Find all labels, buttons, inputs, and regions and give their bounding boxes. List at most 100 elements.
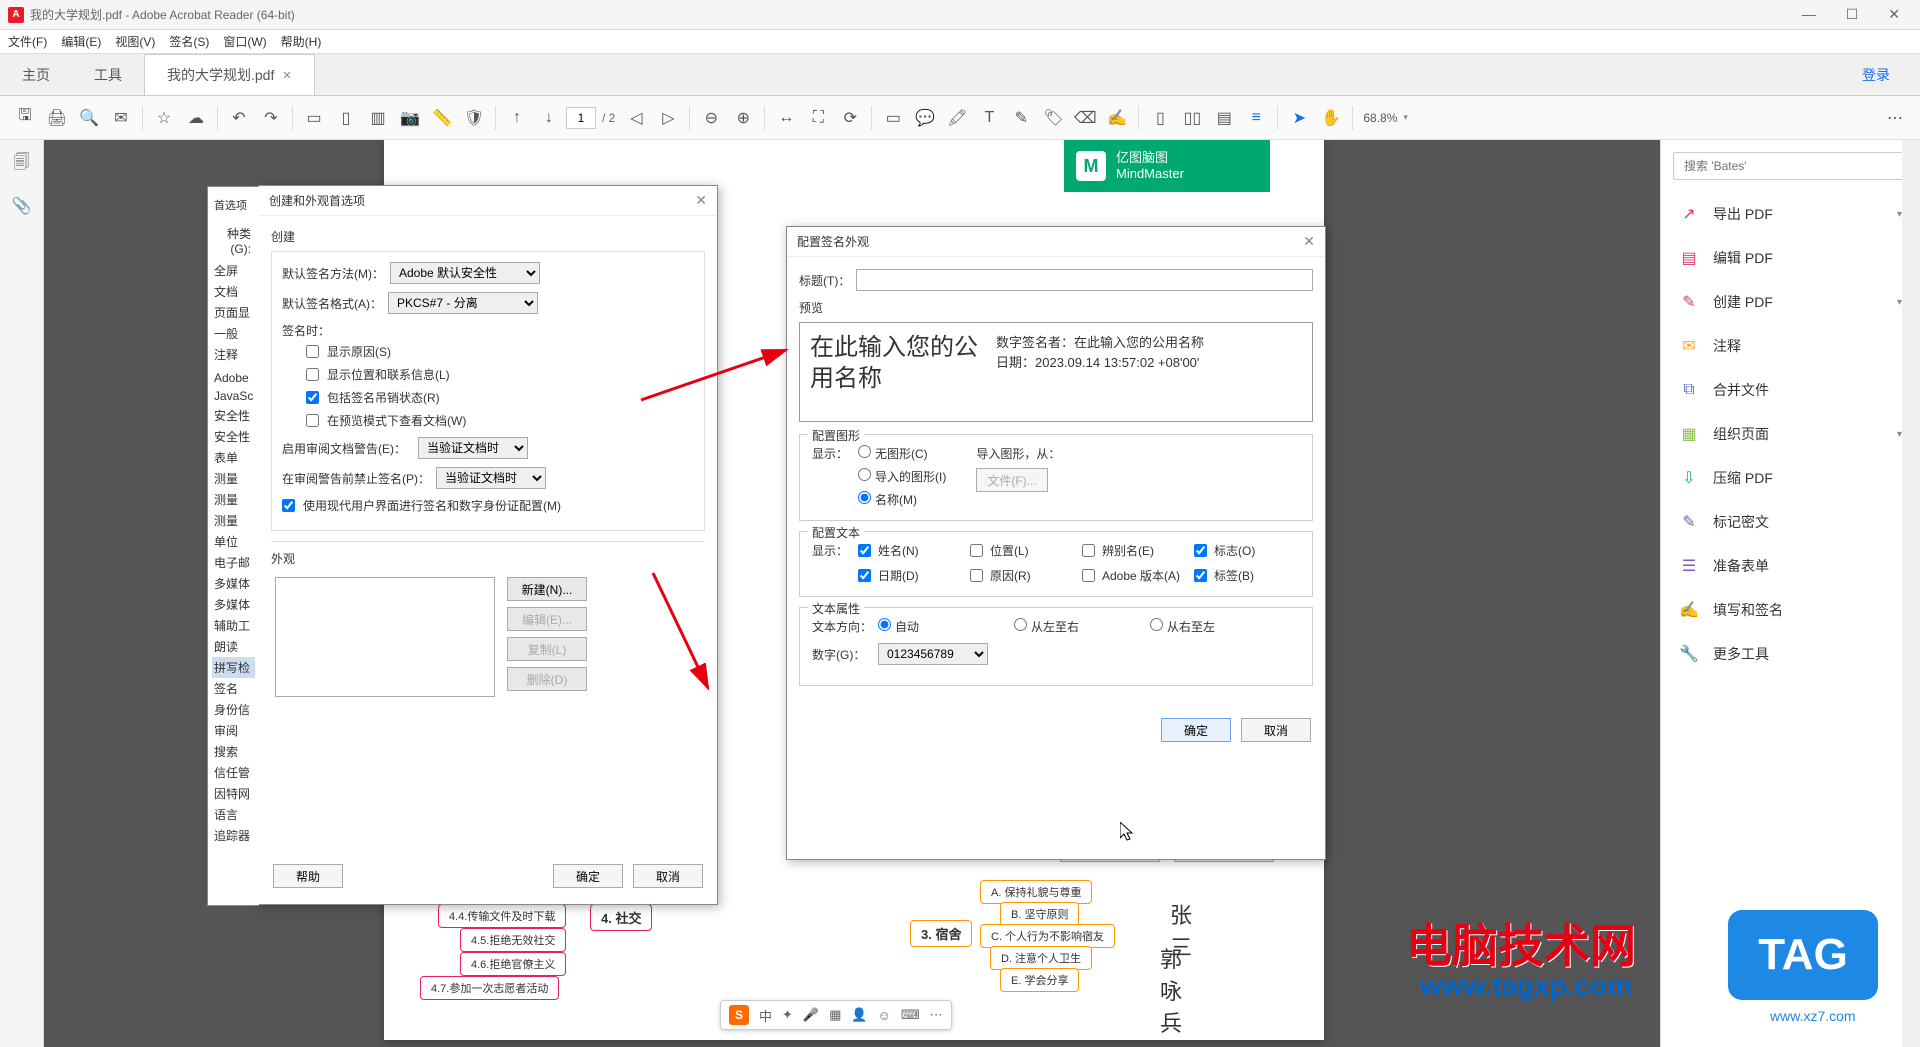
zoom-dropdown-icon[interactable]: ▾ [1403,112,1408,123]
page-thumb2-icon[interactable]: ▯ [331,103,361,133]
hand-icon[interactable]: ✋ [1316,103,1346,133]
prefs-category-item[interactable]: 多媒体 [212,594,255,615]
ruler-icon[interactable]: 📏 [427,103,457,133]
config-close-icon[interactable]: ✕ [1303,233,1315,250]
tool-item[interactable]: ⇩压缩 PDF [1661,456,1920,500]
title-field-input[interactable] [856,269,1313,291]
dir-ltr[interactable]: 从左至右 [1014,618,1114,635]
mindmaster-banner[interactable]: M 亿图脑图 MindMaster [1064,140,1270,192]
page-thumb-icon[interactable]: ▭ [299,103,329,133]
page-up-icon[interactable]: ↑ [502,103,532,133]
prefs-category-item[interactable]: 一般 [212,323,255,344]
method-select[interactable]: Adobe 默认安全性 [390,262,540,284]
tab-tools[interactable]: 工具 [72,55,144,95]
maximize-button[interactable]: ☐ [1840,4,1865,25]
prefs-cancel-button[interactable]: 取消 [633,864,703,888]
ime-item[interactable]: 🎤 [803,1007,819,1023]
prefs-category-item[interactable]: Adobe [212,369,255,387]
snapshot-icon[interactable]: 📷 [395,103,425,133]
prefs-category-item[interactable]: JavaSc [212,387,255,405]
edit-appearance-button[interactable]: 编辑(E)... [507,607,587,631]
cloud-icon[interactable]: ☁ [181,103,211,133]
help-button[interactable]: 帮助 [273,864,343,888]
tool-item[interactable]: ▤编辑 PDF [1661,236,1920,280]
prefs-category-item[interactable]: 安全性 [212,405,255,426]
ime-item[interactable]: ☺ [878,1008,891,1023]
menu-help[interactable]: 帮助(H) [281,33,322,50]
zoom-out-icon[interactable]: ⊖ [696,103,726,133]
radio-import-graphic[interactable]: 导入的图形(I) [858,468,946,485]
prevent-select[interactable]: 当验证文档时 [436,467,546,489]
tool-select-icon[interactable]: ▭ [878,103,908,133]
ime-item[interactable]: ✦ [782,1007,793,1023]
prefs-category-item[interactable]: 注释 [212,344,255,365]
tool-item[interactable]: ✍填写和签名 [1661,588,1920,632]
page-mode2-icon[interactable]: ▯▯ [1177,103,1207,133]
login-link[interactable]: 登录 [1862,65,1890,95]
tool-item[interactable]: ✉注释 [1661,324,1920,368]
prefs-ok-button[interactable]: 确定 [553,864,623,888]
tool-comment-icon[interactable]: 💬 [910,103,940,133]
tool-highlight-icon[interactable]: 🖍 [942,103,972,133]
cb-location[interactable] [306,368,319,381]
nav-left-icon[interactable]: ◁ [621,103,651,133]
copy-appearance-button[interactable]: 复制(L) [507,637,587,661]
cb-revoke[interactable] [306,391,319,404]
ime-item[interactable]: ⌨ [901,1007,920,1023]
page-cont-icon[interactable]: ▥ [363,103,393,133]
prefs-category-item[interactable]: 辅助工 [212,615,255,636]
cb-reason2[interactable]: 原因(R) [970,567,1076,584]
prefs-category-item[interactable]: 测量 [212,468,255,489]
tool-item[interactable]: ▦组织页面▾ [1661,412,1920,456]
fit-width-icon[interactable]: ↔ [771,103,801,133]
tool-erase-icon[interactable]: ⌫ [1070,103,1100,133]
prefs-category-item[interactable]: 信任管 [212,762,255,783]
menu-file[interactable]: 文件(F) [8,33,47,50]
nav-right-icon[interactable]: ▷ [653,103,683,133]
prefs-category-item[interactable]: 全屏 [212,260,255,281]
cb-reason[interactable] [306,345,319,358]
prefs-category-item[interactable]: 搜索 [212,741,255,762]
prefs-category-item[interactable]: 签名 [212,678,255,699]
redo-icon[interactable]: ↷ [256,103,286,133]
scrollbar[interactable] [1902,140,1920,1047]
search-input[interactable] [1673,152,1908,180]
more-icon[interactable]: ⋯ [1880,103,1910,133]
attachments-icon[interactable]: 📎 [10,194,34,218]
prefs-category-item[interactable]: 电子邮 [212,552,255,573]
tool-item[interactable]: ⧉合并文件 [1661,368,1920,412]
prefs-category-item[interactable]: 测量 [212,510,255,531]
prefs-category-item[interactable]: 拼写检 [212,657,255,678]
digits-select[interactable]: 0123456789 [878,643,988,665]
tool-text-icon[interactable]: T [974,103,1004,133]
zoom-display[interactable]: 68.8% [1359,111,1401,125]
prefs-category-item[interactable]: 朗读 [212,636,255,657]
new-appearance-button[interactable]: 新建(N)... [507,577,587,601]
tool-stamp-icon[interactable]: 🏷 [1038,103,1068,133]
prefs-category-item[interactable]: 页面显 [212,302,255,323]
dir-rtl[interactable]: 从右至左 [1150,618,1250,635]
tab-document[interactable]: 我的大学规划.pdf ✕ [144,54,315,95]
pages-panel-icon[interactable]: 🗐 [10,152,34,176]
prefs-category-item[interactable]: 单位 [212,531,255,552]
page-down-icon[interactable]: ↓ [534,103,564,133]
prefs-category-item[interactable]: 追踪器 [212,825,255,846]
format-select[interactable]: PKCS#7 - 分离 [388,292,538,314]
file-button[interactable]: 文件(F)... [976,468,1047,492]
prefs-category-item[interactable]: 语言 [212,804,255,825]
print-icon[interactable]: 🖨 [42,103,72,133]
save-icon[interactable]: 🖫 [10,103,40,133]
rotate-icon[interactable]: ⟳ [835,103,865,133]
ime-item[interactable]: 中 [759,1006,772,1025]
tab-home[interactable]: 主页 [0,55,72,95]
tool-draw-icon[interactable]: ✎ [1006,103,1036,133]
tool-item[interactable]: 🔧更多工具 [1661,632,1920,676]
tool-item[interactable]: ✎创建 PDF▾ [1661,280,1920,324]
warn-select[interactable]: 当验证文档时 [418,437,528,459]
ime-item[interactable]: ⋯ [930,1007,943,1023]
ime-toolbar[interactable]: S 中 ✦ 🎤 ▦ 👤 ☺ ⌨ ⋯ [720,1000,952,1030]
radio-no-graphic[interactable]: 无图形(C) [858,445,946,462]
cb-name[interactable]: 姓名(N) [858,542,964,559]
cb-logo[interactable]: 标志(O) [1194,542,1300,559]
page-mode3-icon[interactable]: ▤ [1209,103,1239,133]
